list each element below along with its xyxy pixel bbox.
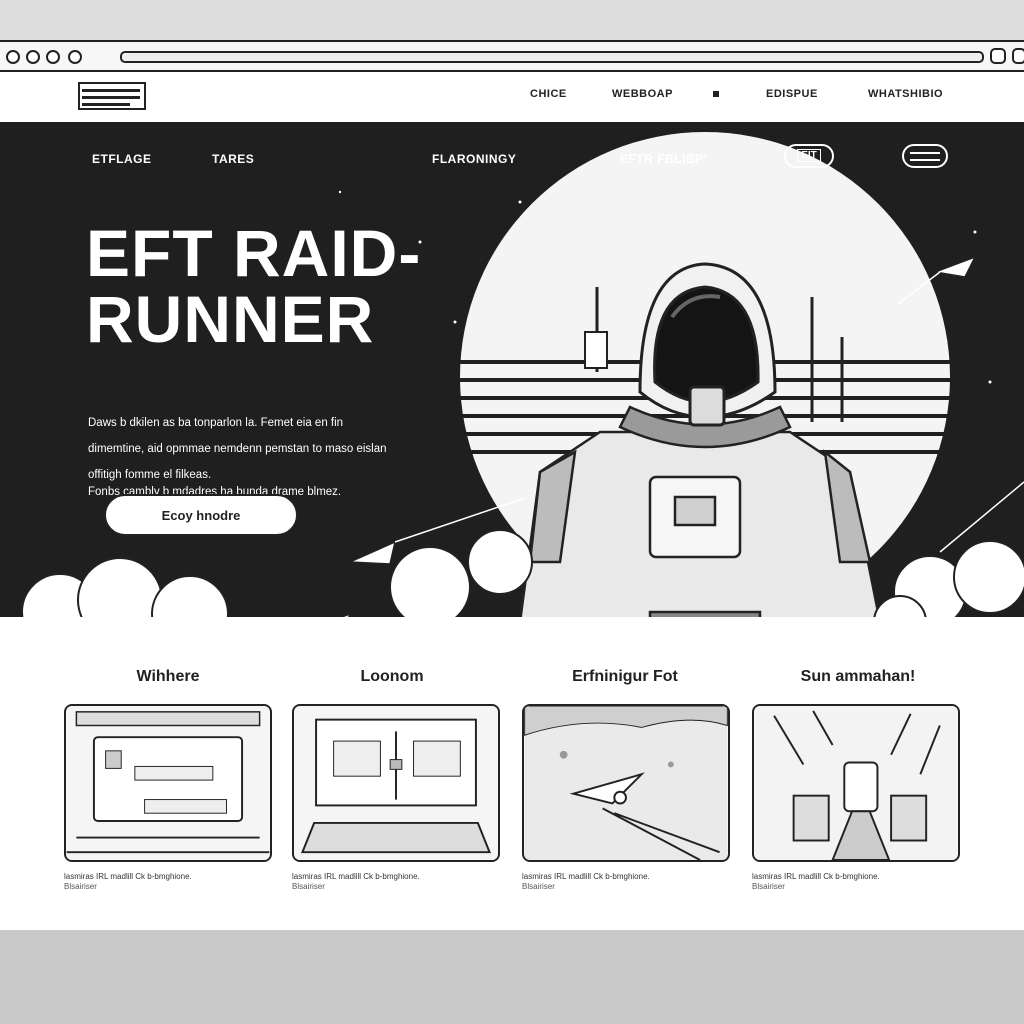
feature-subcaption: Blsairiser (292, 882, 325, 891)
cockpit-screen-illustration (66, 706, 270, 860)
nav-link[interactable]: WHATSHIBIO (868, 88, 943, 100)
browser-window: CHICE WEBBOAP EDISPUE WHATSHIBIO ETFLAGE… (0, 40, 1024, 932)
feature-caption: lasmiras IRL madlill Ck b-bmghione. (292, 872, 420, 881)
feature-subcaption: Blsairiser (522, 882, 555, 891)
feature-caption: lasmiras IRL madlill Ck b-bmghione. (522, 872, 650, 881)
browser-button[interactable] (1012, 48, 1024, 64)
window-control-dot[interactable] (68, 50, 82, 64)
window-control-dot[interactable] (46, 50, 60, 64)
menu-icon[interactable] (902, 144, 948, 168)
feature-subcaption: Blsairiser (64, 882, 97, 891)
address-bar[interactable] (120, 51, 984, 63)
hero-pill-button[interactable]: EIT (784, 144, 834, 168)
monitor-illustration (294, 706, 498, 860)
hero-description: Daws b dkilen as ba tonparlon la. Femet … (88, 417, 387, 481)
feature-title: Erfninigur Fot (572, 668, 678, 685)
hero-illustration (0, 132, 1024, 622)
hero-nav-link[interactable]: ETFLAGE (92, 152, 152, 166)
hamburger-icon[interactable] (78, 82, 146, 110)
nav-separator-icon (713, 91, 719, 97)
hero-nav-link[interactable]: TARES (212, 152, 254, 166)
feature-card[interactable] (752, 704, 960, 862)
nav-link[interactable]: EDISPUE (766, 88, 818, 100)
nav-link[interactable]: CHICE (530, 88, 567, 100)
feature-title: Sun ammahan! (800, 668, 916, 685)
feature-title: Loonom (360, 668, 424, 685)
hero-nav-link[interactable]: FLARONINGY (432, 152, 516, 166)
hero-title-line-2: RUNNER (86, 282, 375, 356)
feature-caption: lasmiras IRL madlill Ck b-bmghione. (752, 872, 880, 881)
top-navigation: CHICE WEBBOAP EDISPUE WHATSHIBIO (0, 72, 1024, 124)
nav-link[interactable]: WEBBOAP (612, 88, 673, 100)
feature-caption: lasmiras IRL madlill Ck b-bmghione. (64, 872, 192, 881)
feature-title: Wihhere (136, 668, 200, 685)
hero-title: EFT RAID- RUNNER (86, 220, 421, 352)
window-control-dot[interactable] (26, 50, 40, 64)
feature-card[interactable] (64, 704, 272, 862)
browser-chrome (0, 42, 1024, 72)
ship-interior-illustration (754, 706, 958, 860)
racing-ship-illustration (524, 706, 728, 860)
feature-card[interactable] (292, 704, 500, 862)
hero-nav-link[interactable]: EFTR FBLIBP' (620, 152, 707, 166)
page-backdrop (0, 930, 1024, 1024)
pill-label: EIT (797, 149, 821, 162)
browser-button[interactable] (990, 48, 1006, 64)
cta-button[interactable]: Ecoy hnodre (104, 494, 298, 536)
window-control-dot[interactable] (6, 50, 20, 64)
hero-section: ETFLAGE TARES FLARONINGY EFTR FBLIBP' EI… (0, 122, 1024, 622)
feature-card[interactable] (522, 704, 730, 862)
feature-subcaption: Blsairiser (752, 882, 785, 891)
hero-title-line-1: EFT RAID- (86, 216, 422, 290)
